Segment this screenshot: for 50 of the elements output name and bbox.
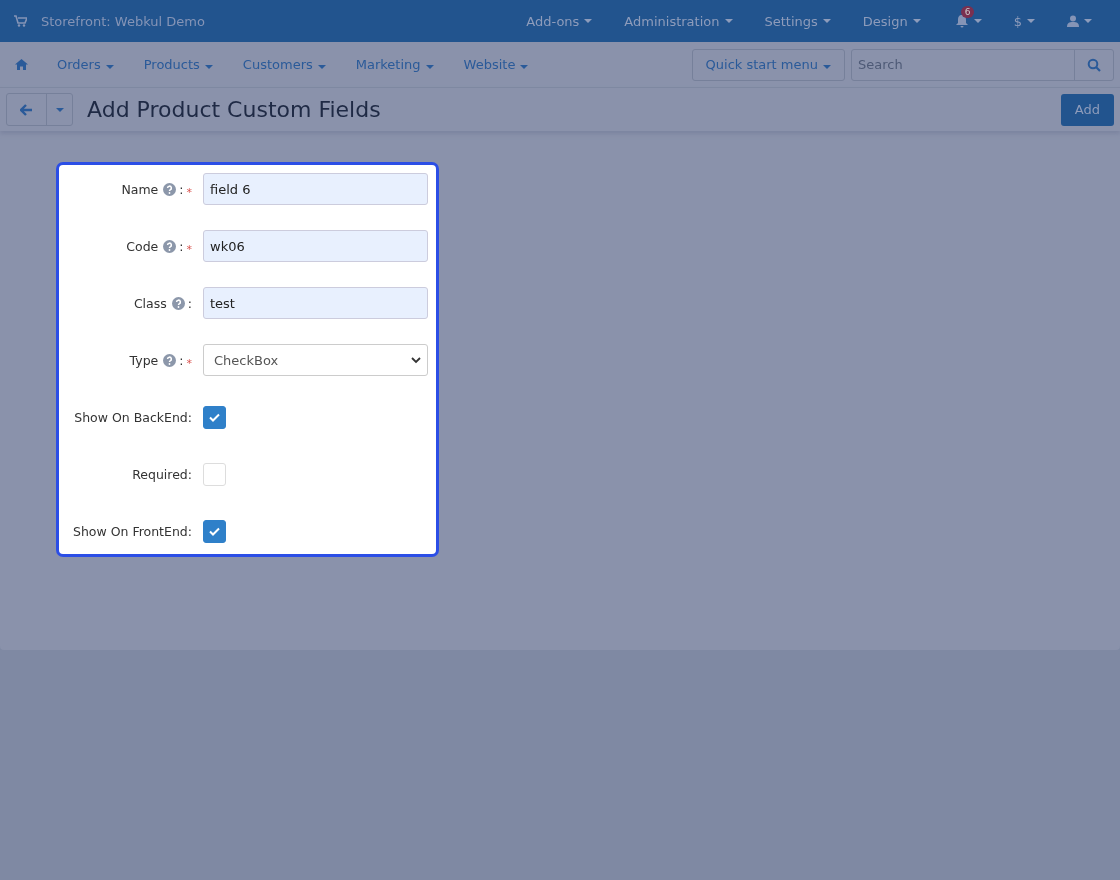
colon: : — [179, 238, 184, 254]
required-mark: * — [186, 356, 192, 370]
notifications-button[interactable]: 6 — [938, 8, 996, 34]
cart-icon[interactable] — [14, 15, 27, 27]
field-label: Code — [126, 238, 159, 254]
field-label: Name — [121, 181, 159, 197]
top-menu-item[interactable]: Design — [848, 7, 935, 35]
nav-menu-item[interactable]: Products — [128, 51, 228, 78]
field-label: Show On FrontEnd: — [72, 523, 192, 539]
colon: : — [187, 295, 192, 311]
arrow-left-icon — [20, 103, 33, 116]
checkmark-icon — [209, 526, 220, 536]
field-label: Show On BackEnd: — [74, 409, 192, 425]
checkbox[interactable] — [203, 405, 226, 429]
quick-start-menu-button[interactable]: Quick start menu — [691, 48, 845, 81]
chevron-down-icon — [411, 356, 421, 364]
currency-menu[interactable]: $ — [999, 7, 1049, 35]
user-icon — [1067, 15, 1079, 27]
required-mark: * — [186, 185, 192, 199]
field-label: Required: — [132, 466, 192, 482]
page-title: Add Product Custom Fields — [87, 97, 381, 122]
checkmark-icon — [209, 412, 220, 422]
nav-menu-item[interactable]: Marketing — [340, 51, 449, 78]
type-select[interactable]: CheckBox — [203, 344, 428, 376]
notification-badge: 6 — [960, 6, 975, 18]
top-menu-item[interactable]: Settings — [750, 7, 845, 35]
nav-menu-item[interactable]: Orders — [42, 51, 129, 78]
colon: : — [179, 181, 184, 197]
search-field[interactable]: Search — [851, 48, 1114, 81]
add-button[interactable]: Add — [1060, 93, 1114, 126]
nav-menu-item[interactable]: Customers — [227, 51, 341, 78]
text-field[interactable]: field 6 — [203, 173, 428, 205]
help-icon[interactable] — [163, 353, 177, 367]
text-field[interactable]: test — [203, 287, 428, 319]
field-label: Class — [133, 295, 167, 311]
help-icon[interactable] — [163, 239, 177, 253]
store-link[interactable]: Storefront: Webkul Demo — [41, 13, 205, 29]
checkbox[interactable] — [203, 519, 226, 543]
text-field[interactable]: wk06 — [203, 230, 428, 262]
nav-menu-item[interactable]: Website — [448, 51, 544, 78]
required-mark: * — [186, 242, 192, 256]
colon: : — [179, 352, 184, 368]
home-icon[interactable] — [15, 59, 28, 70]
bell-icon — [954, 14, 969, 28]
help-icon[interactable] — [163, 182, 177, 196]
top-menu-item[interactable]: Add-ons — [512, 7, 607, 35]
field-label: Type — [129, 352, 159, 368]
top-menu-item[interactable]: Administration — [610, 7, 747, 35]
help-icon[interactable] — [171, 296, 185, 310]
search-icon — [1087, 57, 1101, 72]
